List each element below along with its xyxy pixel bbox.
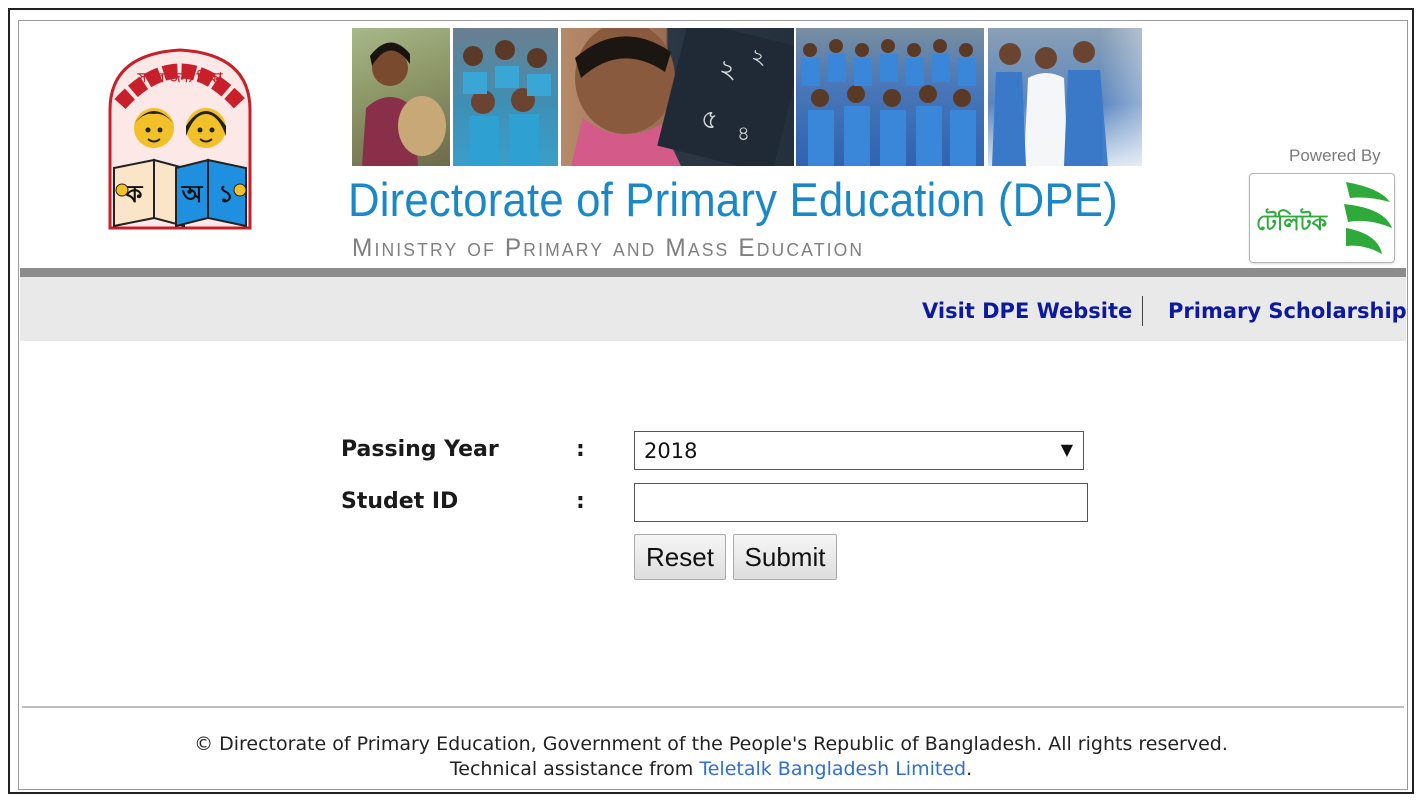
- svg-text:২: ২: [719, 55, 736, 85]
- teletalk-logo-text: টেলিটক: [1256, 208, 1329, 236]
- site-title: Directorate of Primary Education (DPE): [348, 173, 1118, 226]
- passing-year-label: Passing Year: [341, 437, 499, 462]
- logo-bengali-text: সবার জন্য শিক্ষা: [137, 69, 224, 86]
- passing-year-select[interactable]: 2018 ▼: [634, 431, 1084, 470]
- passing-year-selected-value: 2018: [644, 439, 698, 463]
- student-id-colon: :: [576, 489, 585, 514]
- footer-tech-prefix: Technical assistance from: [449, 758, 700, 780]
- logo-book-letter-2: অ: [181, 180, 204, 208]
- photo-girl-with-basket: [352, 28, 450, 166]
- footer-copyright: © Directorate of Primary Education, Gove…: [194, 733, 1228, 755]
- teletalk-swoosh-icon: [1346, 182, 1390, 202]
- education-for-all-logo: সবার জন্য শিক্ষা ক অ ১: [108, 48, 252, 230]
- svg-text:২: ২: [751, 45, 765, 70]
- nav-link-primary-scholarship[interactable]: Primary Scholarship: [1168, 299, 1407, 323]
- student-id-label: Studet ID: [341, 489, 459, 514]
- photo-child-writing-slate: ২ ২ ৫ ৪: [561, 28, 794, 166]
- footer-tech-assistance: Technical assistance from Teletalk Bangl…: [0, 758, 1422, 780]
- student-id-input[interactable]: [634, 483, 1088, 522]
- logo-book-letter-3: ১: [218, 180, 234, 208]
- nav-separator: [1142, 296, 1143, 326]
- teletalk-logo[interactable]: টেলিটক: [1249, 173, 1395, 263]
- header-photo-collage: ২ ২ ৫ ৪: [352, 28, 1142, 166]
- nav-link-visit-dpe-website[interactable]: Visit DPE Website: [922, 299, 1132, 323]
- site-subtitle: Ministry of Primary and Mass Education: [352, 234, 865, 262]
- svg-text:৫: ৫: [701, 105, 718, 135]
- dropdown-arrow-icon: ▼: [1060, 440, 1073, 459]
- photo-fade-overlay: [1100, 28, 1220, 166]
- powered-by-label: Powered By: [1289, 146, 1381, 165]
- photo-classroom-children: [453, 28, 558, 166]
- header-divider: [20, 268, 1406, 277]
- footer-tech-suffix: .: [966, 758, 973, 780]
- logo-book-letter-1: ক: [125, 180, 144, 208]
- submit-button[interactable]: Submit: [733, 534, 837, 580]
- footer-link-teletalk[interactable]: Teletalk Bangladesh Limited: [699, 758, 966, 780]
- footer-divider: [22, 706, 1404, 708]
- reset-button[interactable]: Reset: [634, 534, 726, 580]
- svg-text:৪: ৪: [737, 121, 750, 145]
- photo-students-saluting: [796, 28, 984, 166]
- passing-year-colon: :: [576, 437, 585, 462]
